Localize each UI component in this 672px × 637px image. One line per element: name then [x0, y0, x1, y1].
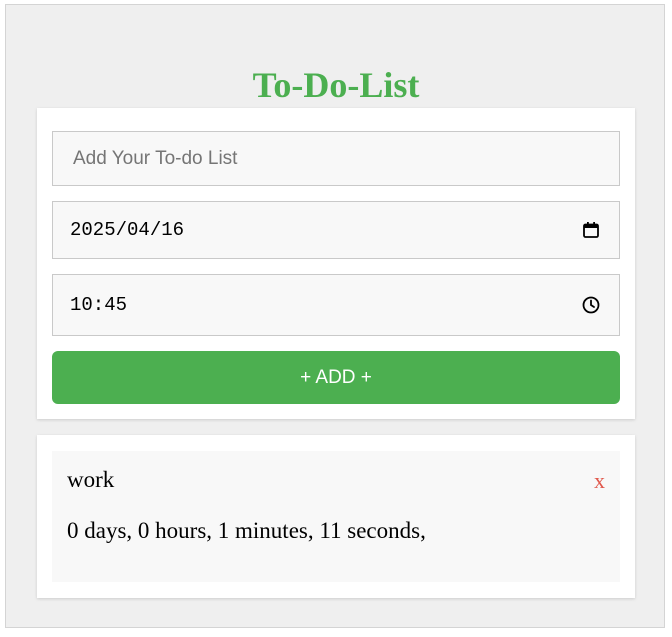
date-value: 2025/04/16	[70, 219, 185, 241]
todo-form: Add Your To-do List 2025/04/16 10:45 + A…	[37, 108, 635, 419]
task-input-placeholder: Add Your To-do List	[73, 147, 238, 169]
todo-name: work	[67, 467, 115, 492]
todo-list: work x 0 days, 0 hours, 1 minutes, 11 se…	[37, 435, 635, 598]
list-item: work x 0 days, 0 hours, 1 minutes, 11 se…	[52, 451, 620, 582]
todo-countdown: 0 days, 0 hours, 1 minutes, 11 seconds,	[67, 518, 426, 543]
calendar-icon[interactable]	[581, 220, 601, 240]
date-input[interactable]: 2025/04/16	[52, 201, 620, 259]
time-value: 10:45	[70, 294, 128, 316]
delete-button[interactable]: x	[594, 467, 605, 495]
time-input[interactable]: 10:45	[52, 274, 620, 336]
page-title: To-Do-List	[252, 65, 420, 105]
add-button[interactable]: + ADD +	[52, 351, 620, 404]
clock-icon[interactable]	[581, 295, 601, 315]
task-input[interactable]: Add Your To-do List	[52, 131, 620, 186]
